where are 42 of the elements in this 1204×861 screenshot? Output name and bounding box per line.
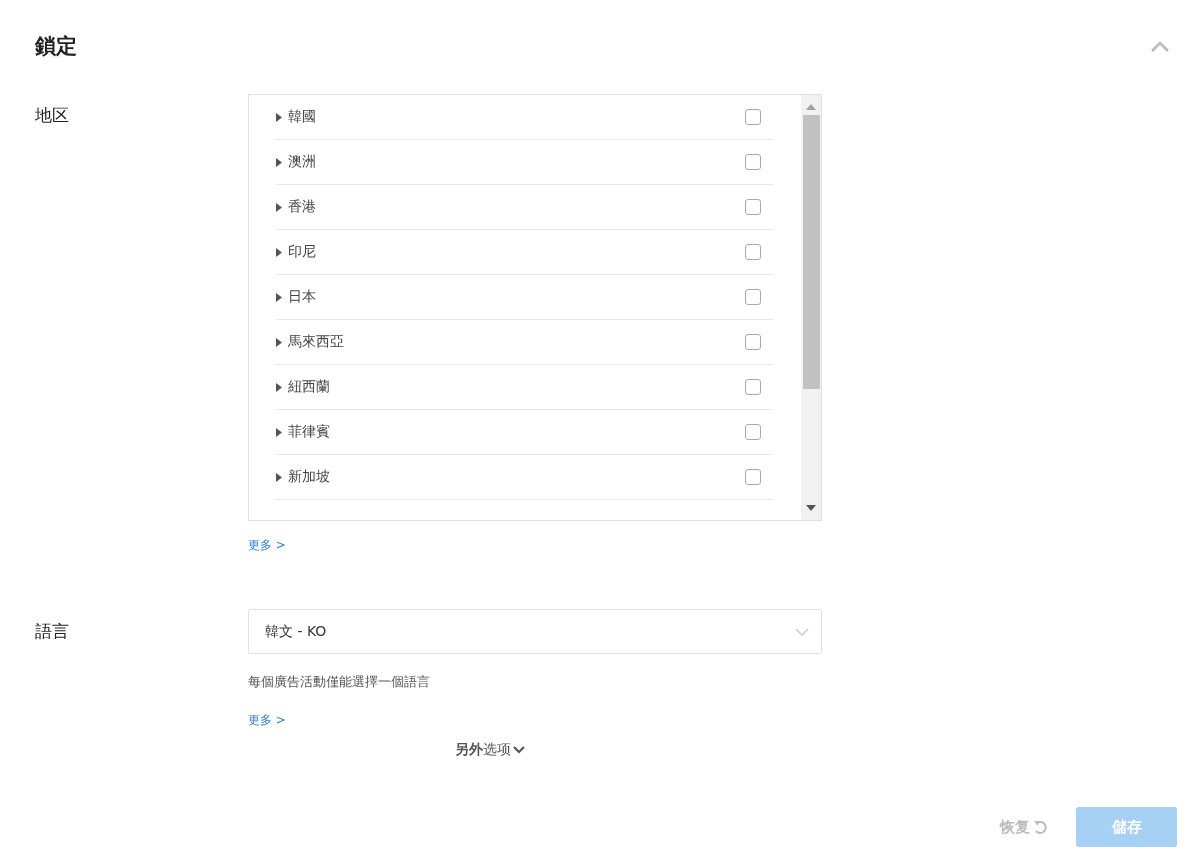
region-name: 印尼 [288,243,317,261]
caret-right-icon[interactable] [276,292,282,302]
caret-right-icon[interactable] [276,202,282,212]
checkbox[interactable] [745,244,761,260]
field-label: 地区 [35,104,70,127]
more-link[interactable]: 更多 > [248,712,286,729]
region-name: 澳洲 [288,153,317,171]
scroll-thumb[interactable] [802,115,820,389]
caret-right-icon[interactable] [276,427,282,437]
region-name: 韓國 [288,108,317,126]
chevron-up-icon[interactable] [1151,40,1169,52]
extra-options-toggle[interactable]: 另外选项 [455,741,525,759]
scroll-down-icon[interactable] [806,505,816,511]
field-label: 語言 [35,620,70,643]
region-name: 馬來西亞 [288,333,345,351]
hint-text: 每個廣告活動僅能選擇一個語言 [248,673,431,691]
caret-right-icon[interactable] [276,247,282,257]
caret-right-icon[interactable] [276,382,282,392]
caret-right-icon[interactable] [276,112,282,122]
region-name: 新加坡 [288,468,331,486]
checkbox[interactable] [745,379,761,395]
region-name: 紐西蘭 [288,378,331,396]
checkbox[interactable] [745,289,761,305]
checkbox[interactable] [745,109,761,125]
region-name: 菲律賓 [288,423,331,441]
caret-right-icon[interactable] [276,157,282,167]
section-title: 鎖定 [35,33,77,60]
caret-right-icon[interactable] [276,472,282,482]
checkbox[interactable] [745,424,761,440]
scrollbar[interactable] [801,95,821,520]
checkbox[interactable] [745,469,761,485]
checkbox[interactable] [745,334,761,350]
caret-right-icon[interactable] [276,337,282,347]
scroll-up-icon[interactable] [806,104,816,110]
language-select[interactable]: 韓文 - KO [248,609,822,654]
region-name: 日本 [288,288,317,306]
undo-icon [1033,819,1048,835]
checkbox[interactable] [745,199,761,215]
chevron-down-icon [795,627,809,636]
checkbox[interactable] [745,154,761,170]
more-link[interactable]: 更多 > [248,537,286,554]
region-name: 香港 [288,198,317,216]
